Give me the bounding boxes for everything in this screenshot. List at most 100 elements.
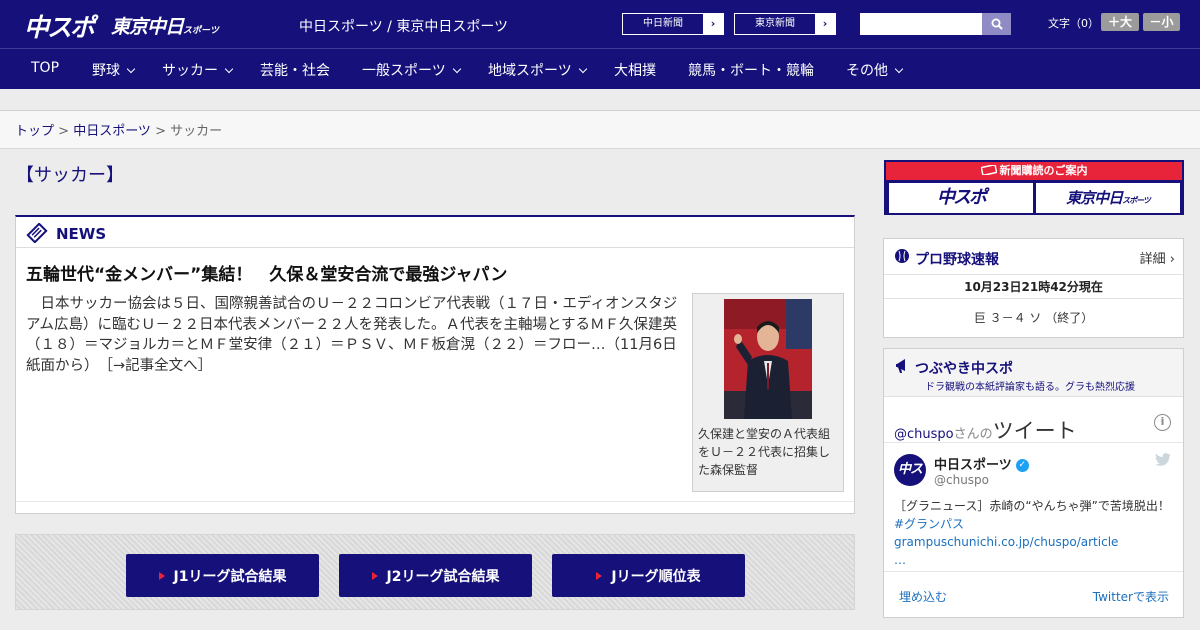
chevron-right-icon: › xyxy=(815,14,835,34)
news-label: NEWS xyxy=(56,225,107,243)
tweet-text: ［グラニュース］赤崎の“やんちゃ弾”で苦境脱出！ #グランパス grampusch… xyxy=(894,497,1174,569)
chuspo-logo[interactable]: 中スポ xyxy=(24,8,95,44)
baseball-score-widget: プロ野球速報 詳細 › 10月23日21時42分現在 巨 ３－４ ソ （終了） xyxy=(883,238,1184,338)
twitter-footer: 埋め込む Twitterで表示 xyxy=(884,571,1183,618)
nav-sumo[interactable]: 大相撲 xyxy=(614,60,656,80)
j2-results-button[interactable]: J2リーグ試合結果 xyxy=(339,554,532,597)
breadcrumb-current: サッカー xyxy=(170,124,223,139)
subscribe-chuspo-logo[interactable]: 中スポ xyxy=(889,183,1033,213)
tweet-author-text: 中日スポーツ xyxy=(934,458,1012,473)
ticket-icon xyxy=(980,164,997,176)
nav-label: サッカー xyxy=(162,63,218,79)
tokyo-logo-text: 東京中日 xyxy=(111,16,184,38)
chevron-down-icon xyxy=(126,64,136,74)
nav-racing[interactable]: 競馬・ボート・競輪 xyxy=(688,60,814,80)
twitter-timeline-header: @chuspoさんのツイート i xyxy=(884,397,1183,443)
nav-entertainment[interactable]: 芸能・社会 xyxy=(260,60,330,80)
breadcrumb-sep: > xyxy=(54,124,74,139)
breadcrumb: トップ > 中日スポーツ > サッカー xyxy=(0,111,1200,149)
nav-general-sports[interactable]: 一般スポーツ xyxy=(362,60,461,80)
info-icon[interactable]: i xyxy=(1154,414,1171,431)
font-size-label: 文字（0） xyxy=(1048,17,1099,30)
news-photo[interactable] xyxy=(724,299,812,419)
baseball-detail-link[interactable]: 詳細 › xyxy=(1140,248,1175,267)
play-icon xyxy=(371,571,378,580)
hashtag-link[interactable]: #グランパス xyxy=(894,517,964,531)
j-league-standings-button[interactable]: Jリーグ順位表 xyxy=(552,554,745,597)
avatar[interactable]: 中スポ xyxy=(894,454,926,509)
megaphone-icon xyxy=(896,359,905,373)
baseball-icon xyxy=(895,249,909,263)
baseball-header: プロ野球速報 詳細 › xyxy=(884,239,1183,275)
read-more-link[interactable]: ［→記事全文へ］ xyxy=(106,358,212,374)
twitter-user-suffix: さんの xyxy=(953,427,993,442)
tweet-author-name[interactable]: 中日スポーツ ✓ xyxy=(934,454,1029,473)
top-header: 中スポ 東京中日スポーツ 中日スポーツ / 東京中日スポーツ 中日新聞 › 東京… xyxy=(0,0,1200,48)
tweet-author-handle[interactable]: @chuspo xyxy=(934,473,989,487)
nav-other[interactable]: その他 xyxy=(846,60,904,80)
tweet-ellipsis: … xyxy=(894,553,906,567)
embed-link[interactable]: 埋め込む xyxy=(899,588,947,605)
search-button[interactable] xyxy=(982,13,1011,35)
divider xyxy=(16,501,854,502)
breadcrumb-chunichi[interactable]: 中日スポーツ xyxy=(73,124,151,139)
search-input[interactable] xyxy=(860,13,982,35)
breadcrumb-sep: > xyxy=(150,124,171,139)
subscription-banner[interactable]: 新聞購読のご案内 中スポ 東京中日スポーツ xyxy=(884,160,1184,215)
nav-local-sports[interactable]: 地域スポーツ xyxy=(488,60,587,80)
twitter-widget: つぶやき中スポ ドラ観戦の本紙評論家も語る。グラも熱烈応援 @chuspoさんの… xyxy=(883,348,1184,618)
verified-icon: ✓ xyxy=(1015,459,1029,472)
baseball-score[interactable]: 巨 ３－４ ソ （終了） xyxy=(884,299,1183,337)
news-header: NEWS xyxy=(16,217,854,248)
nav-baseball[interactable]: 野球 xyxy=(92,60,136,80)
button-label: J2リーグ試合結果 xyxy=(386,568,500,585)
nav-label: 野球 xyxy=(92,63,120,79)
news-body: 日本サッカー協会は５日、国際親善試合のＵ－２２コロンビア代表戦（１７日・エディオ… xyxy=(26,294,686,376)
chunichi-shimbun-label: 中日新聞 xyxy=(643,18,683,29)
font-larger-button[interactable]: ＋大 xyxy=(1101,13,1139,31)
tokyo-chunichi-logo[interactable]: 東京中日スポーツ xyxy=(111,12,219,39)
nav-top[interactable]: TOP xyxy=(31,60,59,76)
tweet-url-link[interactable]: grampuschunichi.co.jp/chuspo/article xyxy=(894,535,1118,549)
baseball-title: プロ野球速報 xyxy=(915,252,999,268)
twitter-tweet-word: ツイート xyxy=(992,419,1077,443)
chevron-down-icon xyxy=(224,64,234,74)
subscribe-tokyo-logo[interactable]: 東京中日スポーツ xyxy=(1036,183,1180,213)
twitter-user-link[interactable]: @chuspo xyxy=(894,427,954,442)
twitter-timeline-title: @chuspoさんのツイート xyxy=(894,415,1077,445)
nav-label: その他 xyxy=(846,63,888,79)
subscription-heading-text: 新聞購読のご案内 xyxy=(999,164,1088,177)
news-section: NEWS 五輪世代“金メンバー”集結！ 久保＆堂安合流で最強ジャパン 日本サッカ… xyxy=(15,215,855,514)
nav-label: 大相撲 xyxy=(614,63,656,79)
twitter-header: つぶやき中スポ ドラ観戦の本紙評論家も語る。グラも熱烈応援 xyxy=(884,349,1183,397)
subscribe-tokyo-text: 東京中日 xyxy=(1066,189,1123,207)
j1-results-button[interactable]: J1リーグ試合結果 xyxy=(126,554,319,597)
chunichi-shimbun-link[interactable]: 中日新聞 › xyxy=(622,13,724,35)
subscribe-tokyo-small: スポーツ xyxy=(1122,196,1151,205)
photo-caption: 久保建と堂安のＡ代表組をＵ－２２代表に招集した森保監督 xyxy=(698,427,831,477)
chevron-down-icon xyxy=(894,64,904,74)
breadcrumb-top[interactable]: トップ xyxy=(15,124,54,139)
nav-label: 競馬・ボート・競輪 xyxy=(688,63,814,79)
tokyo-shimbun-label: 東京新聞 xyxy=(755,18,795,29)
twitter-bird-icon[interactable] xyxy=(1155,453,1171,467)
font-smaller-button[interactable]: －小 xyxy=(1143,13,1180,31)
chevron-down-icon xyxy=(578,64,587,74)
nav-label: 芸能・社会 xyxy=(260,63,330,79)
tokyo-logo-small: スポーツ xyxy=(183,26,219,36)
site-title[interactable]: 中日スポーツ / 東京中日スポーツ xyxy=(299,16,508,36)
news-photo-frame: 久保建と堂安のＡ代表組をＵ－２２代表に招集した森保監督 xyxy=(692,293,844,492)
play-icon xyxy=(596,571,603,580)
play-icon xyxy=(158,571,165,580)
nav-label: 地域スポーツ xyxy=(488,63,572,79)
tweet-item: 中スポ 中日スポーツ ✓ @chuspo ［グラニュース］赤崎の“やんちゃ弾”で苦… xyxy=(884,443,1183,571)
news-headline[interactable]: 五輪世代“金メンバー”集結！ 久保＆堂安合流で最強ジャパン xyxy=(26,260,507,285)
chevron-down-icon xyxy=(452,64,461,74)
nav-soccer[interactable]: サッカー xyxy=(162,60,234,80)
league-buttons-area: J1リーグ試合結果 J2リーグ試合結果 Jリーグ順位表 xyxy=(15,534,855,610)
tokyo-shimbun-link[interactable]: 東京新聞 › xyxy=(734,13,836,35)
twitter-subtitle: ドラ観戦の本紙評論家も語る。グラも熱烈応援 xyxy=(925,382,1135,393)
button-label: J1リーグ試合結果 xyxy=(173,568,287,585)
view-on-twitter-link[interactable]: Twitterで表示 xyxy=(1093,588,1169,605)
main-nav: TOP 野球 サッカー 芸能・社会 一般スポーツ 地域スポーツ 大相撲 競馬・ボ… xyxy=(0,48,1200,89)
